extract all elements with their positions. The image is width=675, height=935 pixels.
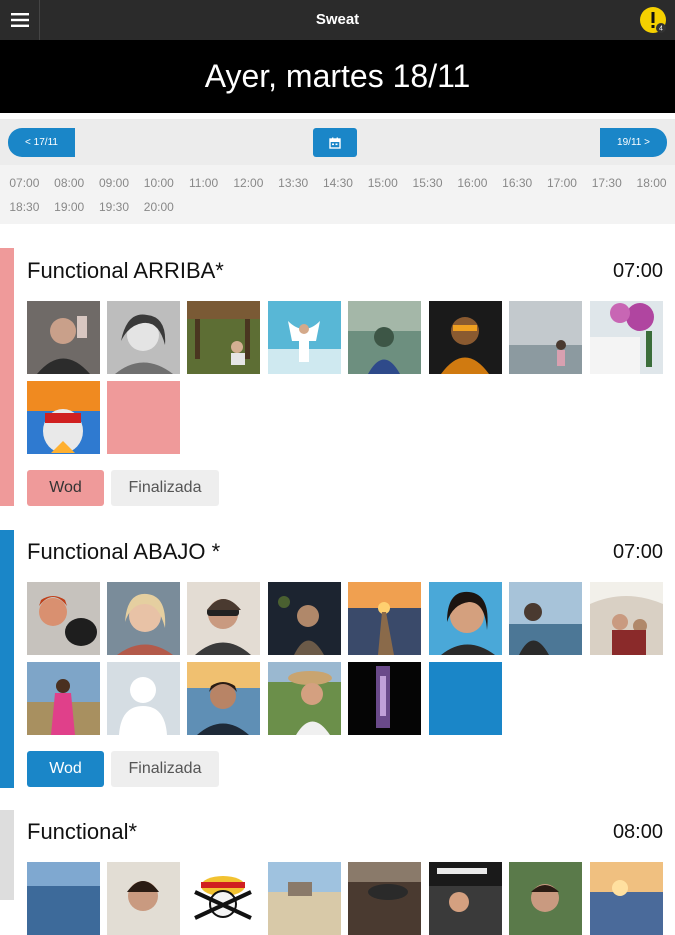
class-card: Functional ABAJO * 07:00 Wod Finalizada: [0, 530, 675, 788]
attendee-avatar[interactable]: [509, 862, 582, 935]
day-navigation: < 17/11 19/11 >: [0, 119, 675, 165]
calendar-button[interactable]: [313, 128, 357, 157]
time-slot[interactable]: 12:00: [226, 176, 271, 198]
time-slot[interactable]: 14:30: [316, 176, 361, 198]
time-slot[interactable]: 08:00: [47, 176, 92, 198]
attendee-avatar[interactable]: [268, 301, 341, 374]
finalizada-button[interactable]: Finalizada: [111, 470, 219, 506]
attendee-avatar[interactable]: [509, 301, 582, 374]
time-slot[interactable]: 15:30: [405, 176, 450, 198]
class-time: 08:00: [612, 821, 663, 843]
class-time: 07:00: [612, 541, 663, 563]
attendee-avatar[interactable]: [268, 582, 341, 655]
attendee-avatar[interactable]: [27, 862, 100, 935]
date-banner: Ayer, martes 18/11: [0, 40, 675, 113]
class-color-bar: [0, 810, 14, 900]
alert-badge: 4: [659, 26, 663, 33]
attendee-avatar[interactable]: [27, 582, 100, 655]
class-color-bar: [0, 248, 14, 506]
time-slot[interactable]: 15:00: [360, 176, 405, 198]
attendee-avatar[interactable]: [348, 662, 421, 735]
attendee-avatar[interactable]: [348, 582, 421, 655]
alert-icon[interactable]: 4: [639, 6, 667, 34]
class-time: 07:00: [612, 260, 663, 282]
next-day-button[interactable]: 19/11 >: [600, 128, 667, 157]
finalizada-button[interactable]: Finalizada: [111, 751, 219, 787]
attendee-avatar[interactable]: [187, 862, 260, 935]
time-slot[interactable]: 16:30: [495, 176, 540, 198]
attendee-avatar[interactable]: [429, 862, 502, 935]
top-bar: Sweat 4: [0, 0, 675, 40]
class-title[interactable]: Functional ARRIBA*: [27, 258, 224, 284]
attendee-avatar[interactable]: [187, 582, 260, 655]
attendee-avatar[interactable]: [187, 662, 260, 735]
app-title: Sweat: [315, 11, 360, 28]
time-slot[interactable]: 11:00: [181, 176, 226, 198]
class-title[interactable]: Functional ABAJO *: [27, 539, 220, 565]
time-slot[interactable]: 09:00: [92, 176, 137, 198]
time-slots: 07:00 08:00 09:00 10:00 11:00 12:00 13:3…: [0, 165, 675, 224]
calendar-icon: [329, 137, 341, 149]
time-slot[interactable]: 17:00: [540, 176, 585, 198]
time-slot[interactable]: 20:00: [136, 200, 181, 222]
hamburger-icon: [10, 13, 29, 27]
empty-slot: [429, 662, 502, 735]
time-slot[interactable]: 18:30: [2, 200, 47, 222]
attendee-avatar[interactable]: [107, 582, 180, 655]
attendee-avatar[interactable]: [27, 381, 100, 454]
default-avatar[interactable]: [107, 662, 180, 735]
attendee-avatar[interactable]: [348, 301, 421, 374]
time-slot[interactable]: 16:00: [450, 176, 495, 198]
attendee-avatar[interactable]: [27, 662, 100, 735]
attendee-avatar[interactable]: [429, 582, 502, 655]
time-slot[interactable]: 13:30: [271, 176, 316, 198]
attendee-avatar[interactable]: [268, 862, 341, 935]
attendee-avatar[interactable]: [590, 301, 663, 374]
previous-day-button[interactable]: < 17/11: [8, 128, 75, 157]
wod-button[interactable]: Wod: [27, 751, 104, 787]
class-color-bar: [0, 530, 14, 788]
time-slot[interactable]: 17:30: [584, 176, 629, 198]
wod-button[interactable]: Wod: [27, 470, 104, 506]
attendee-avatar[interactable]: [590, 582, 663, 655]
attendee-avatar[interactable]: [590, 862, 663, 935]
attendee-avatar[interactable]: [268, 662, 341, 735]
class-title[interactable]: Functional*: [27, 819, 137, 845]
time-slot[interactable]: 18:00: [629, 176, 674, 198]
time-slot[interactable]: 10:00: [136, 176, 181, 198]
class-card: Functional ARRIBA* 07:00 Wod Finalizada: [0, 248, 675, 506]
attendee-avatar[interactable]: [107, 862, 180, 935]
class-card: Functional* 08:00: [0, 810, 675, 935]
menu-button[interactable]: [0, 0, 40, 40]
attendee-avatar[interactable]: [27, 301, 100, 374]
attendee-avatar[interactable]: [187, 301, 260, 374]
time-slot[interactable]: 07:00: [2, 176, 47, 198]
empty-slot: [107, 381, 180, 454]
time-slot[interactable]: 19:00: [47, 200, 92, 222]
attendee-avatar[interactable]: [107, 301, 180, 374]
attendee-avatar[interactable]: [348, 862, 421, 935]
attendee-avatar[interactable]: [429, 301, 502, 374]
time-slot[interactable]: 19:30: [92, 200, 137, 222]
attendee-avatar[interactable]: [509, 582, 582, 655]
